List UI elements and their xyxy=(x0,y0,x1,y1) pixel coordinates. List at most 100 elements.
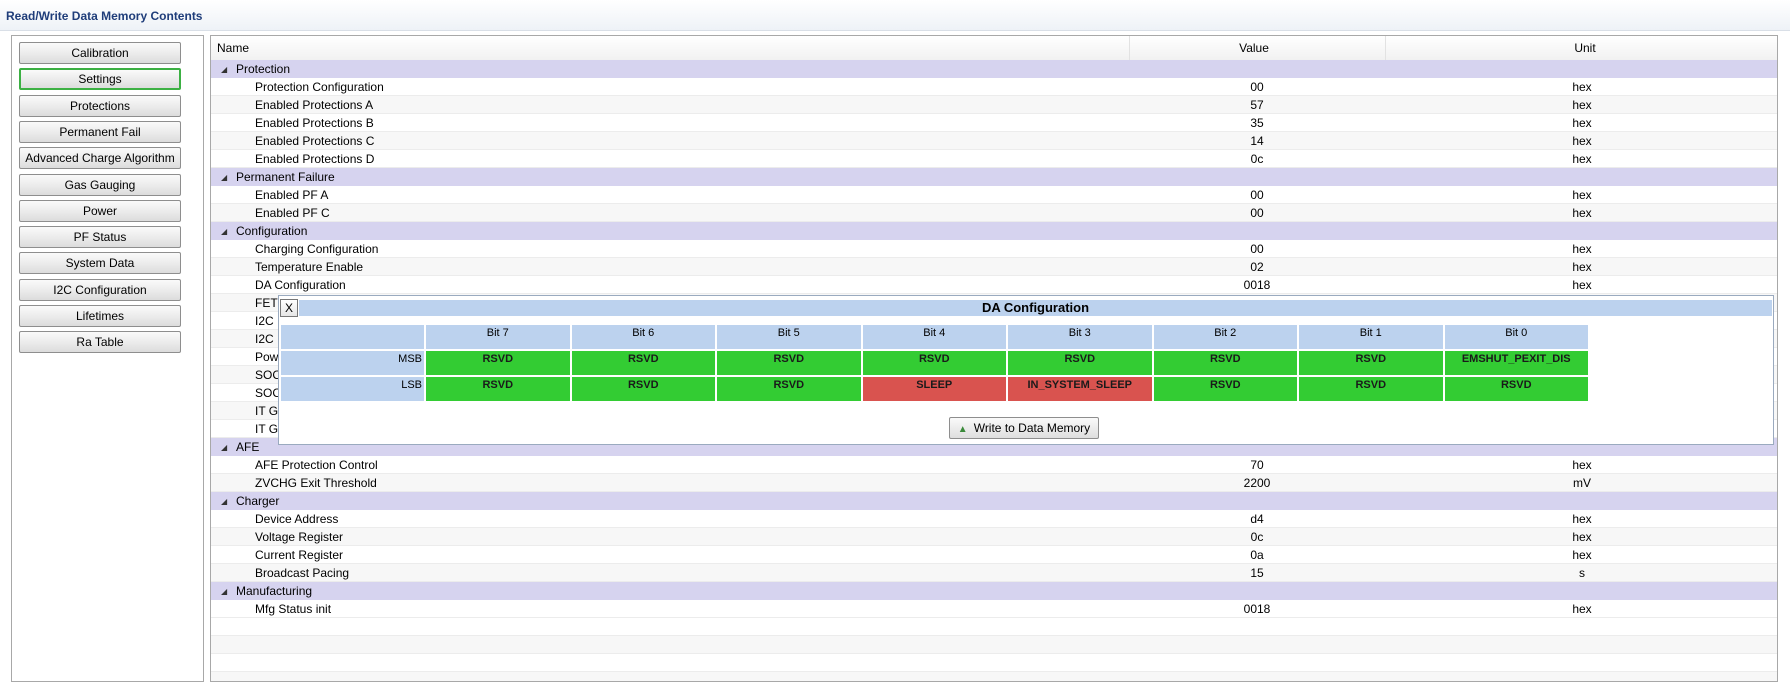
sidebar-item-settings[interactable]: Settings xyxy=(19,68,181,90)
bit-toggle[interactable]: RSVD xyxy=(425,376,571,402)
bit-toggle[interactable]: RSVD xyxy=(1443,376,1589,402)
table-row[interactable]: Enabled Protections D 0c hex xyxy=(211,150,1777,168)
table-row[interactable]: DA Configuration 0018 hex xyxy=(211,276,1777,294)
bit-toggle[interactable]: SLEEP xyxy=(861,376,1007,402)
category-row[interactable]: ◢ Permanent Failure xyxy=(211,168,1777,186)
table-row[interactable]: Protection Configuration 00 hex xyxy=(211,78,1777,96)
row-value[interactable]: 00 xyxy=(1129,242,1385,256)
bit-toggle[interactable]: RSVD xyxy=(1152,376,1298,402)
row-value[interactable]: 0c xyxy=(1129,530,1385,544)
table-row[interactable]: Broadcast Pacing 15 s xyxy=(211,564,1777,582)
expand-toggle-icon[interactable]: ◢ xyxy=(221,497,227,506)
row-value[interactable]: 14 xyxy=(1129,134,1385,148)
table-row[interactable]: Current Register 0a hex xyxy=(211,546,1777,564)
bit-toggle[interactable]: RSVD xyxy=(1298,350,1444,376)
row-name: AFE Protection Control xyxy=(255,458,378,472)
sidebar-item-power[interactable]: Power xyxy=(19,200,181,222)
bit-toggle[interactable]: RSVD xyxy=(861,350,1007,376)
bit-toggle[interactable]: EMSHUT_PEXIT_DIS xyxy=(1443,350,1589,376)
row-name: I2C xyxy=(255,314,274,328)
row-value[interactable]: 0a xyxy=(1129,548,1385,562)
row-name: I2C xyxy=(255,332,274,346)
table-row[interactable]: Enabled Protections B 35 hex xyxy=(211,114,1777,132)
close-button[interactable]: X xyxy=(280,299,298,317)
row-value[interactable]: 70 xyxy=(1129,458,1385,472)
expand-toggle-icon[interactable]: ◢ xyxy=(221,443,227,452)
row-value[interactable]: 2200 xyxy=(1129,476,1385,490)
sidebar-item-calibration[interactable]: Calibration xyxy=(19,42,181,64)
expand-toggle-icon[interactable]: ◢ xyxy=(221,227,227,236)
sidebar-item-lifetimes[interactable]: Lifetimes xyxy=(19,305,181,327)
sidebar: Calibration Settings Protections Permanent … xyxy=(11,35,204,682)
bit-column-header: Bit 3 xyxy=(1007,324,1153,350)
bit-toggle[interactable]: RSVD xyxy=(716,376,862,402)
write-to-data-memory-button[interactable]: ▲ Write to Data Memory xyxy=(949,417,1099,439)
bit-toggle[interactable]: RSVD xyxy=(425,350,571,376)
category-row[interactable]: ◢ Charger xyxy=(211,492,1777,510)
category-row[interactable]: ◢ Configuration xyxy=(211,222,1777,240)
expand-toggle-icon[interactable]: ◢ xyxy=(221,65,227,74)
table-row[interactable]: Enabled PF A 00 hex xyxy=(211,186,1777,204)
sidebar-item-pf-status[interactable]: PF Status xyxy=(19,226,181,248)
category-name: Permanent Failure xyxy=(236,170,335,184)
bit-toggle[interactable]: RSVD xyxy=(1007,350,1153,376)
sidebar-item-system-data[interactable]: System Data xyxy=(19,252,181,274)
row-value[interactable]: 0018 xyxy=(1129,278,1385,292)
row-value[interactable]: 15 xyxy=(1129,566,1385,580)
row-unit: hex xyxy=(1572,512,1592,526)
popup-title: DA Configuration xyxy=(299,300,1772,316)
category-name: Protection xyxy=(236,62,291,76)
bit-toggle[interactable]: RSVD xyxy=(1298,376,1444,402)
table-row[interactable]: Charging Configuration 00 hex xyxy=(211,240,1777,258)
row-unit: hex xyxy=(1572,602,1592,616)
column-header-name[interactable]: Name xyxy=(217,41,249,55)
table-row[interactable]: Enabled Protections A 57 hex xyxy=(211,96,1777,114)
table-row[interactable]: Temperature Enable 02 hex xyxy=(211,258,1777,276)
category-row[interactable]: ◢ Manufacturing xyxy=(211,582,1777,600)
row-value[interactable]: 00 xyxy=(1129,206,1385,220)
row-name: Temperature Enable xyxy=(255,260,364,274)
empty-row xyxy=(211,672,1777,681)
expand-toggle-icon[interactable]: ◢ xyxy=(221,587,227,596)
category-name: Configuration xyxy=(236,224,308,238)
table-row[interactable]: Voltage Register 0c hex xyxy=(211,528,1777,546)
bit-toggle[interactable]: RSVD xyxy=(716,350,862,376)
bit-toggle[interactable]: IN_SYSTEM_SLEEP xyxy=(1007,376,1153,402)
row-value[interactable]: 0018 xyxy=(1129,602,1385,616)
row-value[interactable]: 57 xyxy=(1129,98,1385,112)
sidebar-item-advanced-charge-algorithm[interactable]: Advanced Charge Algorithm xyxy=(19,147,181,169)
sidebar-item-i2c-configuration[interactable]: I2C Configuration xyxy=(19,279,181,301)
column-header-unit[interactable]: Unit xyxy=(1385,41,1777,55)
row-unit: hex xyxy=(1572,530,1592,544)
table-row[interactable]: Enabled PF C 00 hex xyxy=(211,204,1777,222)
row-value[interactable]: 02 xyxy=(1129,260,1385,274)
table-row[interactable]: Enabled Protections C 14 hex xyxy=(211,132,1777,150)
row-name: Voltage Register xyxy=(255,530,344,544)
row-value[interactable]: d4 xyxy=(1129,512,1385,526)
sidebar-item-gas-gauging[interactable]: Gas Gauging xyxy=(19,174,181,196)
sidebar-item-permanent-fail[interactable]: Permanent Fail xyxy=(19,121,181,143)
table-row[interactable]: Device Address d4 hex xyxy=(211,510,1777,528)
table-row[interactable]: AFE Protection Control 70 hex xyxy=(211,456,1777,474)
bit-toggle[interactable]: RSVD xyxy=(570,376,716,402)
row-name: IT G xyxy=(255,404,279,418)
sidebar-item-ra-table[interactable]: Ra Table xyxy=(19,331,181,353)
sidebar-item-protections[interactable]: Protections xyxy=(19,95,181,117)
row-value[interactable]: 0c xyxy=(1129,152,1385,166)
column-header-value[interactable]: Value xyxy=(1129,41,1379,55)
grid-corner xyxy=(280,324,425,350)
row-name: FET xyxy=(255,296,278,310)
row-value[interactable]: 35 xyxy=(1129,116,1385,130)
row-value[interactable]: 00 xyxy=(1129,188,1385,202)
category-row[interactable]: ◢ Protection xyxy=(211,60,1777,78)
table-row[interactable]: Mfg Status init 0018 hex xyxy=(211,600,1777,618)
bit-column-header: Bit 0 xyxy=(1443,324,1589,350)
row-value[interactable]: 00 xyxy=(1129,80,1385,94)
bit-toggle[interactable]: RSVD xyxy=(1152,350,1298,376)
expand-toggle-icon[interactable]: ◢ xyxy=(221,173,227,182)
bit-column-header: Bit 7 xyxy=(425,324,571,350)
empty-row xyxy=(211,654,1777,672)
table-row[interactable]: ZVCHG Exit Threshold 2200 mV xyxy=(211,474,1777,492)
bit-toggle[interactable]: RSVD xyxy=(570,350,716,376)
row-unit: hex xyxy=(1572,206,1592,220)
